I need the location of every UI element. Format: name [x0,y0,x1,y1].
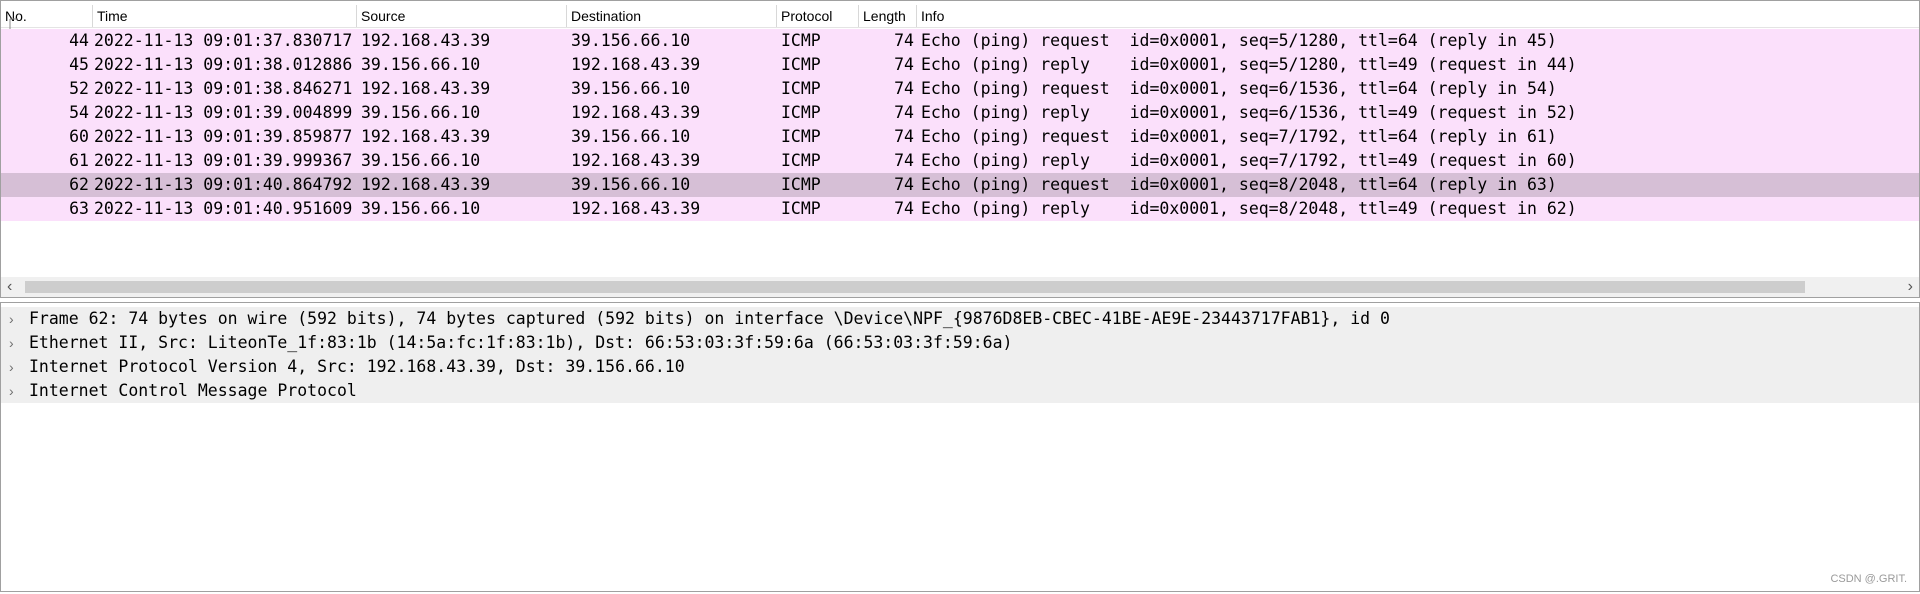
scroll-right-icon[interactable]: › [1908,277,1913,297]
cell-destination: 39.156.66.10 [571,175,691,194]
cell-no: 45 [69,55,89,74]
cell-time: 2022-11-13 09:01:38.846271 [94,79,353,98]
packet-list-horizontal-scrollbar[interactable]: ‹ › [1,277,1919,297]
cell-info: Echo (ping) reply id=0x0001, seq=6/1536,… [921,103,1577,122]
cell-protocol: ICMP [781,151,821,170]
packet-rows: 44 2022-11-13 09:01:37.830717 192.168.43.3… [1,29,1919,221]
detail-tree-item[interactable]: › Frame 62: 74 bytes on wire (592 bits), … [1,307,1919,331]
cell-length: 74 [894,103,914,122]
detail-tree-item-label: Internet Control Message Protocol [29,381,357,400]
cell-destination: 39.156.66.10 [571,79,691,98]
table-row[interactable]: 54 2022-11-13 09:01:39.004899 39.156.66.10… [1,101,1919,125]
cell-info: Echo (ping) reply id=0x0001, seq=7/1792,… [921,151,1577,170]
scroll-left-icon[interactable]: ‹ [7,277,12,297]
cell-source: 39.156.66.10 [361,55,481,74]
cell-protocol: ICMP [781,199,821,218]
chevron-right-icon[interactable]: › [9,307,14,331]
detail-tree-item[interactable]: › Internet Control Message Protocol [1,379,1919,403]
cell-protocol: ICMP [781,79,821,98]
cell-source: 39.156.66.10 [361,151,481,170]
cell-info: Echo (ping) reply id=0x0001, seq=8/2048,… [921,199,1577,218]
cell-protocol: ICMP [781,55,821,74]
detail-tree-item[interactable]: › Internet Protocol Version 4, Src: 192.1… [1,355,1919,379]
cell-length: 74 [894,79,914,98]
detail-tree-item-label: Frame 62: 74 bytes on wire (592 bits), 7… [29,309,1390,328]
watermark: CSDN @.GRIT. [1830,573,1907,585]
cell-protocol: ICMP [781,127,821,146]
table-row[interactable]: 63 2022-11-13 09:01:40.951609 39.156.66.10… [1,197,1919,221]
table-row-selected[interactable]: 62 2022-11-13 09:01:40.864792 192.168.43.3… [1,173,1919,197]
cell-info: Echo (ping) reply id=0x0001, seq=5/1280,… [921,55,1577,74]
cell-destination: 39.156.66.10 [571,127,691,146]
detail-tree-item[interactable]: › Ethernet II, Src: LiteonTe_1f:83:1b (14… [1,331,1919,355]
cell-info: Echo (ping) request id=0x0001, seq=7/179… [921,127,1557,146]
cell-time: 2022-11-13 09:01:39.004899 [94,103,353,122]
cell-destination: 192.168.43.39 [571,199,701,218]
chevron-right-icon[interactable]: › [9,331,14,355]
cell-length: 74 [894,175,914,194]
table-row[interactable]: 45 2022-11-13 09:01:38.012886 39.156.66.10… [1,53,1919,77]
cell-source: 192.168.43.39 [361,79,491,98]
cell-destination: 192.168.43.39 [571,151,701,170]
cell-length: 74 [894,151,914,170]
cell-destination: 192.168.43.39 [571,103,701,122]
cell-no: 52 [69,79,89,98]
cell-source: 39.156.66.10 [361,103,481,122]
cell-length: 74 [894,55,914,74]
cell-source: 192.168.43.39 [361,175,491,194]
cell-time: 2022-11-13 09:01:39.999367 [94,151,353,170]
cell-no: 44 [69,31,89,50]
cell-time: 2022-11-13 09:01:40.864792 [94,175,353,194]
cell-protocol: ICMP [781,175,821,194]
cell-destination: 192.168.43.39 [571,55,701,74]
column-header-protocol[interactable]: Protocol [777,5,859,27]
cell-time: 2022-11-13 09:01:37.830717 [94,31,353,50]
cell-length: 74 [894,31,914,50]
chevron-right-icon[interactable]: › [9,355,14,379]
cell-source: 192.168.43.39 [361,31,491,50]
cell-protocol: ICMP [781,103,821,122]
column-header-destination[interactable]: Destination [567,5,777,27]
cell-time: 2022-11-13 09:01:38.012886 [94,55,353,74]
cell-no: 54 [69,103,89,122]
table-row[interactable]: 52 2022-11-13 09:01:38.846271 192.168.43.3… [1,77,1919,101]
cell-length: 74 [894,199,914,218]
detail-tree-item-label: Internet Protocol Version 4, Src: 192.16… [29,357,685,376]
cell-time: 2022-11-13 09:01:40.951609 [94,199,353,218]
packet-details-pane[interactable]: › Frame 62: 74 bytes on wire (592 bits), … [0,302,1920,592]
cell-no: 63 [69,199,89,218]
detail-tree-item-label: Ethernet II, Src: LiteonTe_1f:83:1b (14:… [29,333,1013,352]
packet-list-header: No. Time Source Destination Protocol Len… [1,5,1919,28]
scrollbar-thumb[interactable] [25,281,1805,293]
table-row[interactable]: 60 2022-11-13 09:01:39.859877 192.168.43.3… [1,125,1919,149]
cell-info: Echo (ping) request id=0x0001, seq=5/128… [921,31,1557,50]
column-header-info[interactable]: Info [917,5,1917,27]
cell-no: 61 [69,151,89,170]
table-row[interactable]: 61 2022-11-13 09:01:39.999367 39.156.66.10… [1,149,1919,173]
cell-no: 62 [69,175,89,194]
table-row[interactable]: 44 2022-11-13 09:01:37.830717 192.168.43.3… [1,29,1919,53]
column-header-source[interactable]: Source [357,5,567,27]
column-header-length[interactable]: Length [859,5,917,27]
cell-length: 74 [894,127,914,146]
cell-info: Echo (ping) request id=0x0001, seq=6/153… [921,79,1557,98]
packet-details-tree: › Frame 62: 74 bytes on wire (592 bits), … [1,307,1919,403]
packet-list-pane[interactable]: No. Time Source Destination Protocol Len… [0,0,1920,298]
cell-source: 192.168.43.39 [361,127,491,146]
column-header-time[interactable]: Time [93,5,357,27]
cell-source: 39.156.66.10 [361,199,481,218]
cell-protocol: ICMP [781,31,821,50]
cell-destination: 39.156.66.10 [571,31,691,50]
chevron-right-icon[interactable]: › [9,379,14,403]
cell-time: 2022-11-13 09:01:39.859877 [94,127,353,146]
cell-info: Echo (ping) request id=0x0001, seq=8/204… [921,175,1557,194]
cell-no: 60 [69,127,89,146]
